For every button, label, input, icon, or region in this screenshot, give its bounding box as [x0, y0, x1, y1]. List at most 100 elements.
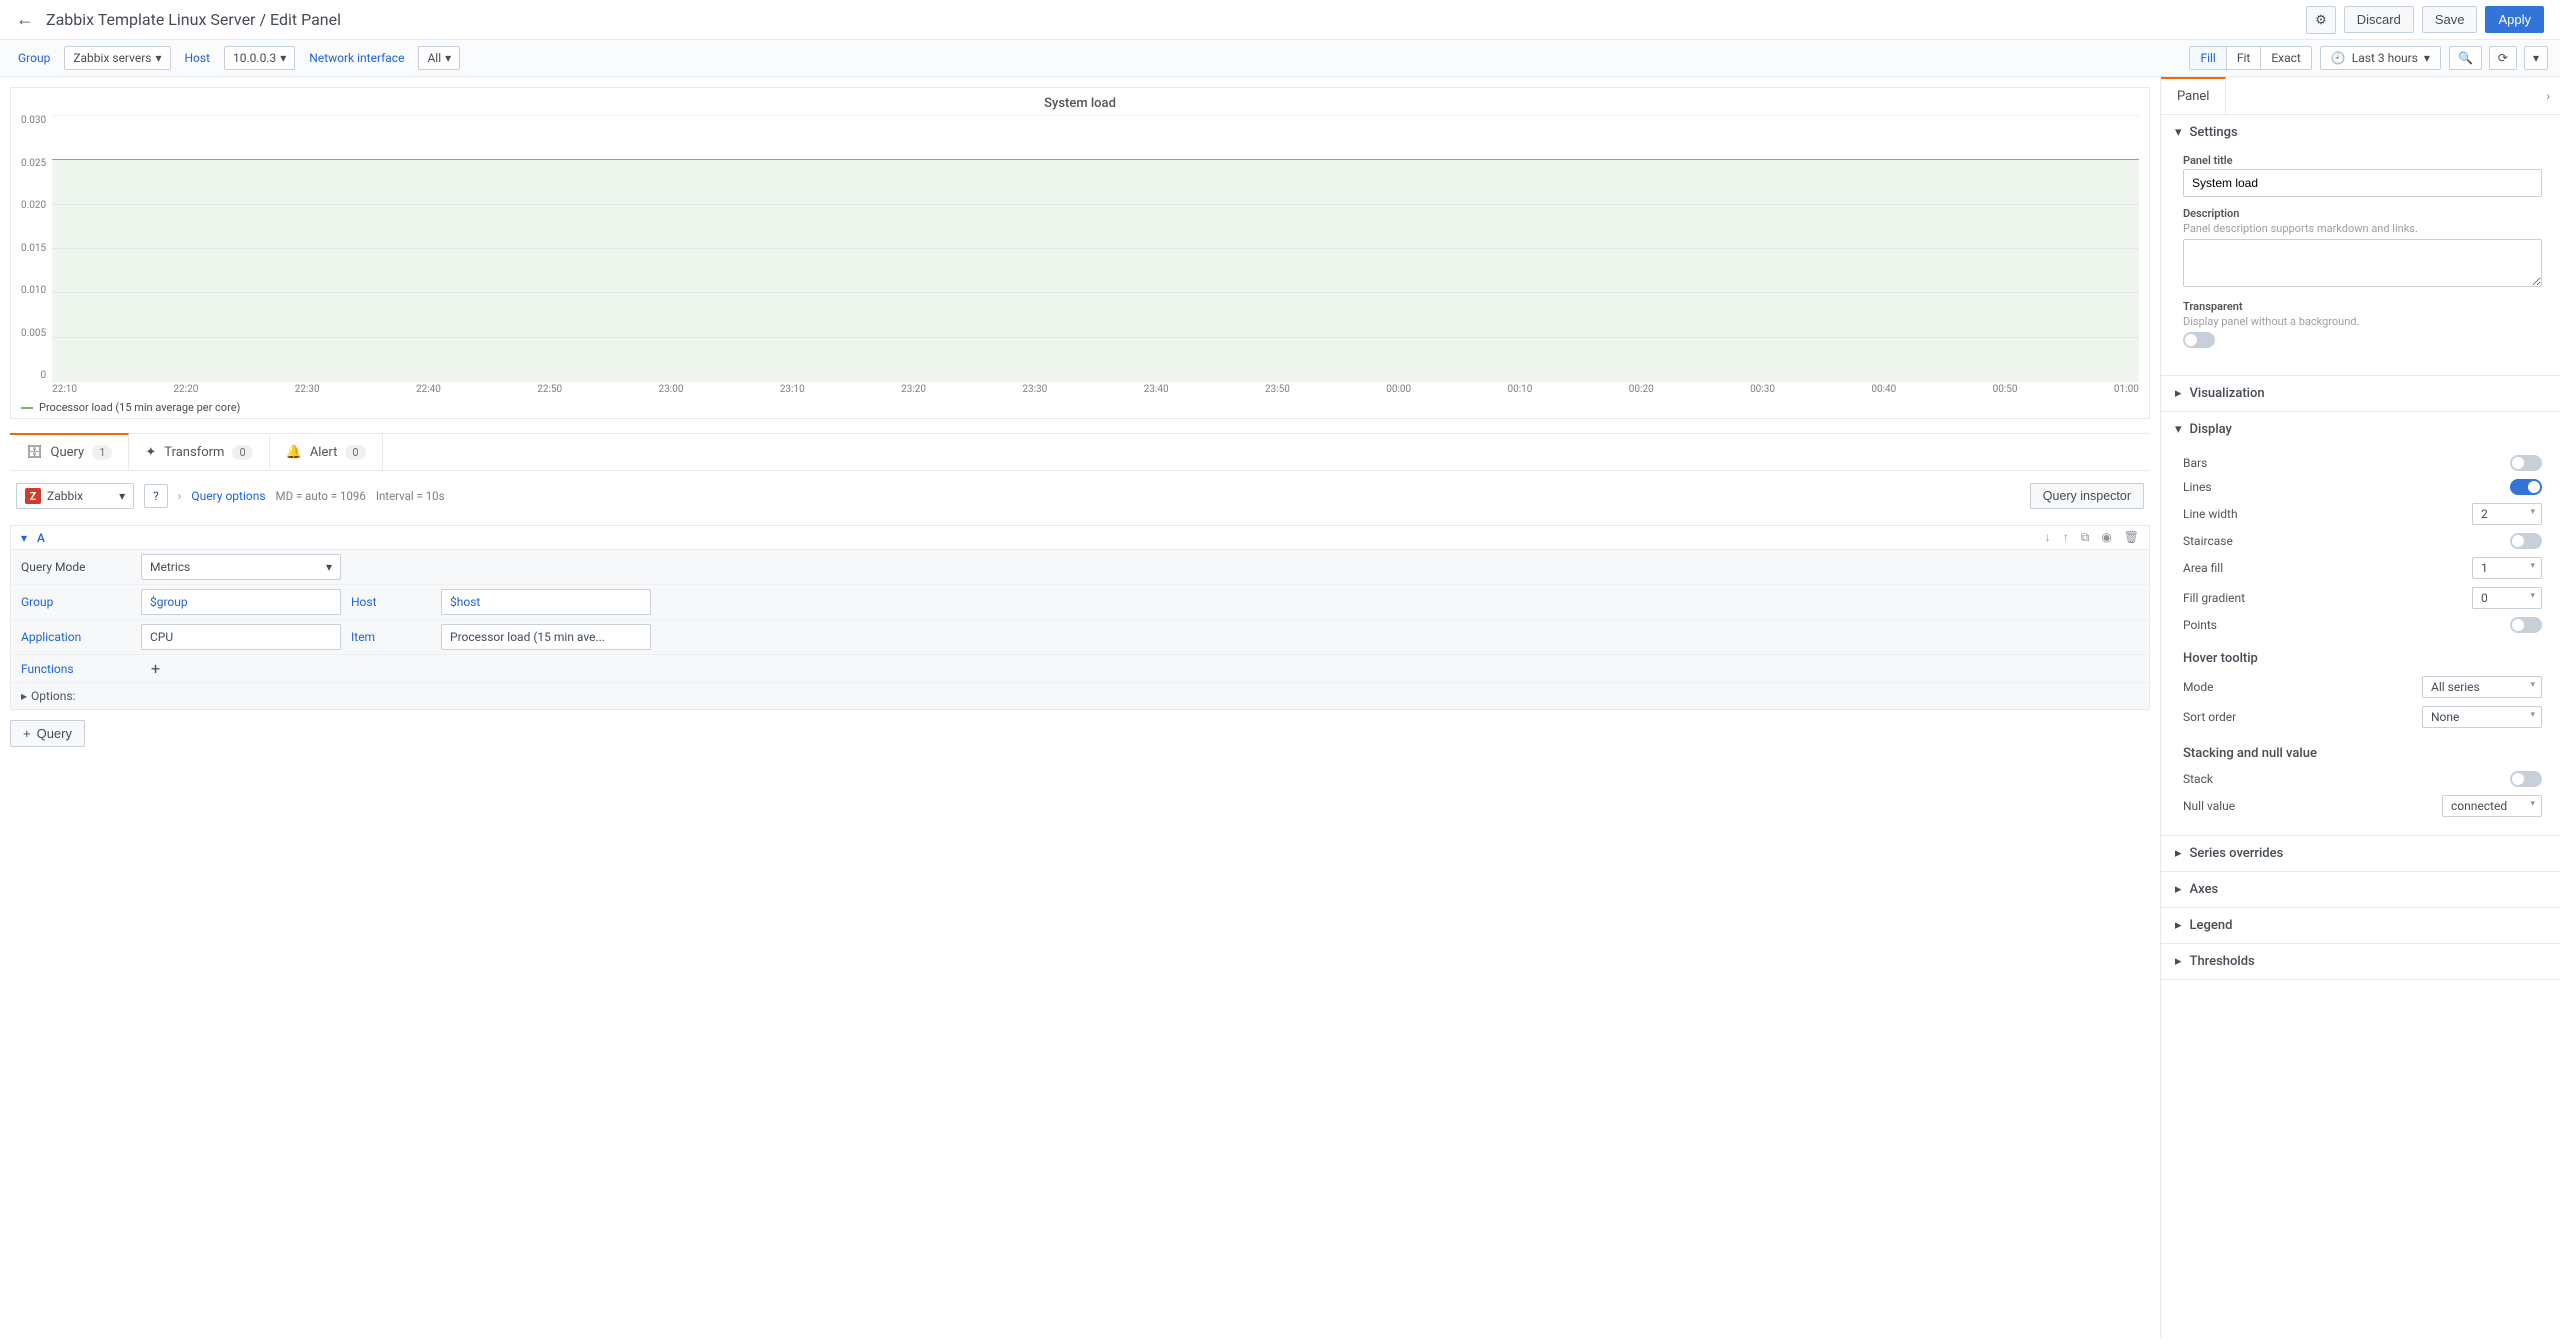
save-button[interactable]: Save: [2422, 6, 2478, 33]
datasource-select[interactable]: Z Zabbix ▾: [16, 483, 134, 509]
query-interval-meta: Interval = 10s: [376, 489, 445, 503]
query-application-input[interactable]: CPU: [141, 624, 341, 650]
var-netif-label: Network interface: [303, 51, 410, 65]
query-host-input[interactable]: $host: [441, 589, 651, 615]
tab-transform-count: 0: [232, 445, 252, 460]
side-tab-panel[interactable]: Panel: [2161, 77, 2226, 114]
stack-toggle[interactable]: [2510, 771, 2542, 787]
var-host-select[interactable]: 10.0.0.3▾: [224, 46, 295, 70]
query-mode-label: Query Mode: [11, 550, 141, 584]
description-textarea[interactable]: [2183, 239, 2542, 287]
x-axis: 22:1022:2022:3022:4022:5023:0023:1023:20…: [52, 384, 2139, 395]
query-group-label[interactable]: Group: [11, 585, 141, 619]
y-axis: 0.0300.0250.0200.0150.0100.0050: [21, 115, 52, 395]
add-query-label: Query: [37, 726, 72, 741]
page-title: Zabbix Template Linux Server / Edit Pane…: [46, 10, 341, 29]
query-mode-select[interactable]: Metrics▾: [141, 554, 341, 580]
query-application-label[interactable]: Application: [11, 620, 141, 654]
add-query-button[interactable]: + Query: [10, 720, 85, 747]
transparent-help: Display panel without a background.: [2183, 315, 2542, 328]
var-netif-select[interactable]: All▾: [418, 46, 460, 70]
chevron-down-icon: ▾: [119, 489, 125, 503]
section-legend-toggle[interactable]: ▸Legend: [2161, 908, 2560, 943]
tab-query[interactable]: 🗄 Query 1: [10, 433, 129, 470]
collapse-query-icon[interactable]: ▾: [21, 531, 27, 545]
panel-title-label: Panel title: [2183, 154, 2542, 167]
tooltip-sort-select[interactable]: None: [2422, 706, 2542, 728]
chart-plot[interactable]: 22:1022:2022:3022:4022:5023:0023:1023:20…: [52, 115, 2139, 395]
chevron-right-icon: ▸: [2175, 846, 2182, 861]
move-up-icon[interactable]: ↑: [2063, 530, 2069, 545]
section-series-overrides-label: Series overrides: [2190, 846, 2284, 861]
tab-transform-label: Transform: [164, 445, 224, 460]
toggle-visibility-icon[interactable]: ◉: [2101, 530, 2111, 545]
refresh-interval-dropdown[interactable]: ▾: [2524, 46, 2548, 70]
bars-toggle[interactable]: [2510, 455, 2542, 471]
lines-label: Lines: [2183, 480, 2212, 494]
tab-transform[interactable]: ✦ Transform 0: [129, 434, 269, 470]
tooltip-mode-label: Mode: [2183, 680, 2213, 694]
query-options-row[interactable]: ▸ Options:: [11, 683, 2149, 709]
fill-gradient-select[interactable]: 0: [2472, 587, 2542, 609]
stack-label: Stack: [2183, 772, 2213, 786]
points-toggle[interactable]: [2510, 617, 2542, 633]
query-functions-label[interactable]: Functions: [11, 655, 141, 682]
chevron-down-icon: ▾: [2424, 51, 2430, 65]
delete-query-icon[interactable]: 🗑: [2124, 530, 2139, 545]
settings-gear-button[interactable]: ⚙: [2306, 6, 2336, 34]
chevron-right-icon[interactable]: ›: [178, 489, 182, 503]
chart-panel: System load 0.0300.0250.0200.0150.0100.0…: [10, 87, 2150, 419]
tooltip-mode-select[interactable]: All series: [2422, 676, 2542, 698]
area-fill-select[interactable]: 1: [2472, 557, 2542, 579]
add-function-button[interactable]: +: [141, 655, 170, 682]
fit-button[interactable]: Fit: [2227, 46, 2261, 70]
duplicate-query-icon[interactable]: ⧉: [2081, 530, 2090, 545]
transparent-toggle[interactable]: [2183, 332, 2215, 348]
section-series-overrides-toggle[interactable]: ▸ Series overrides: [2161, 836, 2560, 871]
query-options-link[interactable]: Query options: [191, 489, 265, 503]
var-group-label: Group: [12, 51, 56, 65]
section-axes-toggle[interactable]: ▸Axes: [2161, 872, 2560, 907]
exact-button[interactable]: Exact: [2261, 46, 2312, 70]
section-display-toggle[interactable]: ▾ Display: [2161, 412, 2560, 447]
variable-bar: Group Zabbix servers▾ Host 10.0.0.3▾ Net…: [0, 40, 2560, 77]
section-visualization-toggle[interactable]: ▸ Visualization: [2161, 376, 2560, 411]
move-down-icon[interactable]: ↓: [2045, 530, 2051, 545]
null-value-select[interactable]: connected: [2442, 795, 2542, 817]
datasource-name: Zabbix: [47, 489, 83, 503]
staircase-toggle[interactable]: [2510, 533, 2542, 549]
zoom-out-button[interactable]: 🔍: [2449, 46, 2482, 70]
tab-alert[interactable]: 🔔 Alert 0: [270, 434, 383, 470]
query-group-input[interactable]: $group: [141, 589, 341, 615]
section-settings-toggle[interactable]: ▾ Settings: [2161, 115, 2560, 150]
apply-button[interactable]: Apply: [2485, 6, 2544, 33]
tab-query-label: Query: [51, 445, 85, 460]
lines-toggle[interactable]: [2510, 479, 2542, 495]
chevron-down-icon: ▾: [280, 51, 286, 65]
side-panel: Panel › ▾ Settings Panel title Descripti…: [2160, 77, 2560, 1338]
query-host-label[interactable]: Host: [341, 585, 441, 619]
transparent-label: Transparent: [2183, 300, 2542, 313]
var-host-label: Host: [179, 51, 217, 65]
chart-legend: Processor load (15 min average per core): [21, 401, 2139, 414]
time-range-picker[interactable]: 🕘 Last 3 hours ▾: [2320, 46, 2441, 70]
var-group-select[interactable]: Zabbix servers▾: [64, 46, 170, 70]
chevron-right-icon: ▸: [2175, 918, 2182, 933]
panel-title-input[interactable]: [2183, 169, 2542, 197]
datasource-help-button[interactable]: ?: [144, 484, 168, 508]
query-letter[interactable]: A: [37, 531, 45, 545]
back-arrow-icon[interactable]: ←: [16, 9, 34, 30]
chevron-down-icon: ▾: [2175, 125, 2182, 140]
legend-series-label[interactable]: Processor load (15 min average per core): [39, 401, 240, 414]
line-width-select[interactable]: 2: [2472, 503, 2542, 525]
fill-button[interactable]: Fill: [2189, 46, 2226, 70]
chevron-right-icon: ▸: [2175, 386, 2182, 401]
query-inspector-button[interactable]: Query inspector: [2030, 483, 2144, 509]
tab-alert-label: Alert: [310, 445, 338, 460]
discard-button[interactable]: Discard: [2344, 6, 2414, 33]
refresh-button[interactable]: ⟳: [2489, 46, 2517, 70]
query-item-input[interactable]: Processor load (15 min ave...: [441, 624, 651, 650]
query-item-label[interactable]: Item: [341, 620, 441, 654]
section-thresholds-toggle[interactable]: ▸Thresholds: [2161, 944, 2560, 979]
collapse-side-panel-button[interactable]: ›: [2536, 83, 2560, 109]
